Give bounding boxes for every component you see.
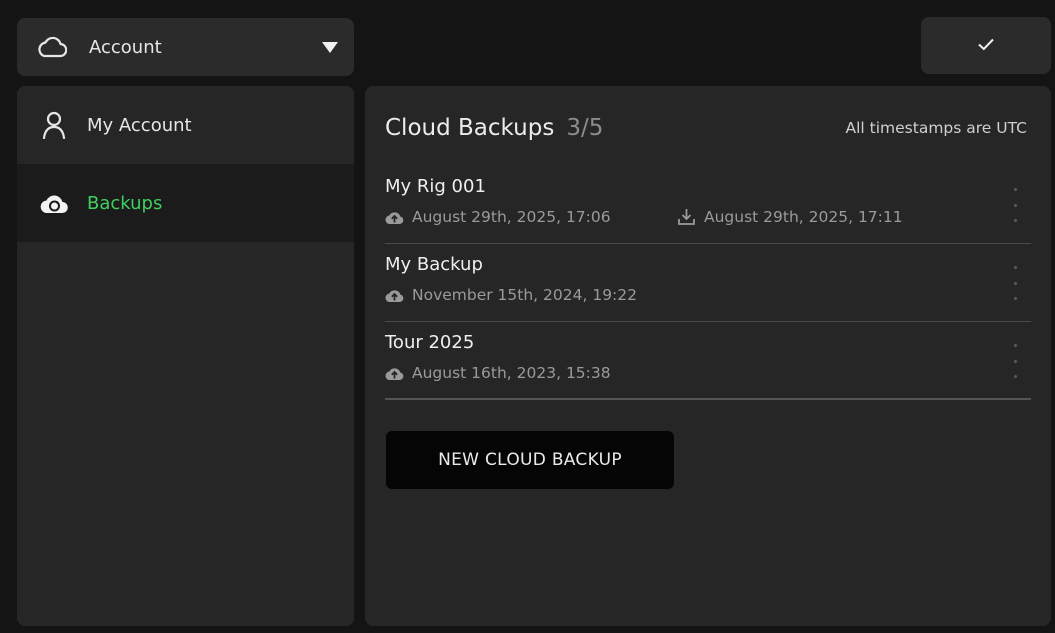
sidebar-item-label: Backups [87,192,163,214]
sidebar: My Account Backups [17,86,354,626]
page-title: Cloud Backups [385,115,555,141]
cloud-sync-icon [39,188,69,218]
cloud-outline-icon [37,35,67,59]
backup-name: My Rig 001 [385,176,486,197]
backup-list: My Rig 001 August 29th, 2025, 17:06 Augu… [385,166,1031,400]
backup-count: 3/5 [566,115,604,141]
backup-meta: August 29th, 2025, 17:06 August 29th, 20… [385,208,903,226]
cloud-upload-icon [385,286,405,304]
timezone-note: All timestamps are UTC [845,119,1027,137]
backup-row[interactable]: My Rig 001 August 29th, 2025, 17:06 Augu… [385,166,1031,244]
download-info: August 29th, 2025, 17:11 [677,208,903,226]
download-timestamp: August 29th, 2025, 17:11 [704,208,903,226]
backup-meta: August 16th, 2023, 15:38 [385,364,611,382]
sidebar-item-backups[interactable]: Backups [17,164,354,242]
download-icon [677,208,697,226]
account-dropdown-label: Account [89,36,162,58]
more-options-icon[interactable] [1007,266,1023,300]
upload-info: August 16th, 2023, 15:38 [385,364,611,382]
upload-info: November 15th, 2024, 19:22 [385,286,637,304]
sidebar-item-my-account[interactable]: My Account [17,86,354,164]
backup-name: Tour 2025 [385,332,475,353]
cloud-backups-panel: Cloud Backups 3/5 All timestamps are UTC… [365,86,1051,626]
person-icon [39,110,69,140]
upload-info: August 29th, 2025, 17:06 [385,208,611,226]
checkmark-icon [977,36,995,55]
confirm-button[interactable] [921,17,1051,74]
more-options-icon[interactable] [1007,188,1023,222]
backup-meta: November 15th, 2024, 19:22 [385,286,637,304]
account-dropdown[interactable]: Account [17,18,354,76]
backup-row[interactable]: My Backup November 15th, 2024, 19:22 [385,244,1031,322]
caret-down-icon [320,39,340,55]
new-cloud-backup-button[interactable]: NEW CLOUD BACKUP [386,431,674,489]
sidebar-item-label: My Account [87,114,192,136]
cloud-upload-icon [385,208,405,226]
upload-timestamp: November 15th, 2024, 19:22 [412,286,638,304]
upload-timestamp: August 29th, 2025, 17:06 [412,208,611,226]
backup-name: My Backup [385,254,483,275]
cloud-upload-icon [385,364,405,382]
panel-header: Cloud Backups 3/5 All timestamps are UTC [385,108,1027,148]
backup-row[interactable]: Tour 2025 August 16th, 2023, 15:38 [385,322,1031,400]
more-options-icon[interactable] [1007,344,1023,378]
upload-timestamp: August 16th, 2023, 15:38 [412,364,611,382]
